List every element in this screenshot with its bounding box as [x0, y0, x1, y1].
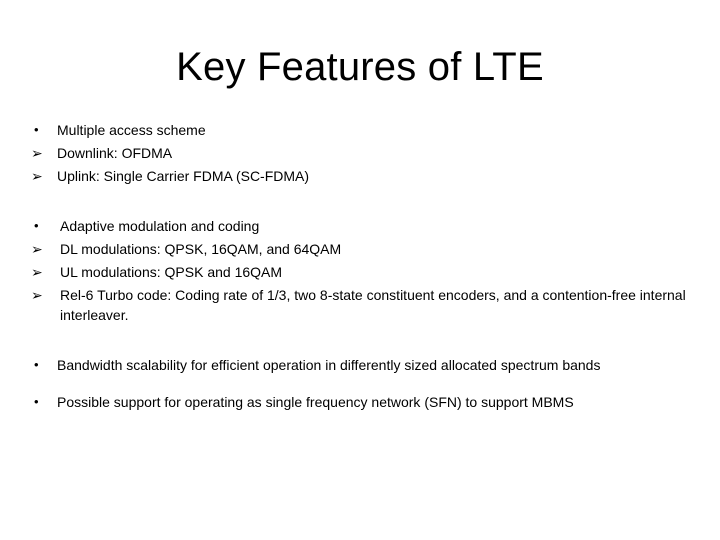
bullet-group-single-frequency-network: • Possible support for operating as sing…	[30, 392, 698, 412]
page-title: Key Features of LTE	[176, 45, 544, 89]
bullet-text: DL modulations: QPSK, 16QAM, and 64QAM	[60, 241, 342, 257]
disc-bullet-icon: •	[34, 122, 39, 137]
bullet-text: Rel-6 Turbo code: Coding rate of 1/3, tw…	[60, 287, 686, 323]
bullet-item: ➢ Downlink: OFDMA	[30, 143, 698, 163]
bullet-group-bandwidth-scalability: • Bandwidth scalability for efficient op…	[30, 355, 698, 375]
disc-bullet-icon: •	[34, 394, 39, 409]
bullet-item: ➢ Uplink: Single Carrier FDMA (SC-FDMA)	[30, 166, 698, 186]
bullet-item: ➢ Rel-6 Turbo code: Coding rate of 1/3, …	[30, 285, 698, 325]
bullet-item: • Bandwidth scalability for efficient op…	[30, 355, 698, 375]
bullet-item: • Adaptive modulation and coding	[30, 216, 698, 236]
bullet-text: Uplink: Single Carrier FDMA (SC-FDMA)	[57, 168, 310, 184]
arrow-bullet-icon: ➢	[31, 145, 43, 161]
bullet-group-adaptive-modulation-and-coding: • Adaptive modulation and coding ➢ DL mo…	[30, 216, 698, 325]
arrow-bullet-icon: ➢	[31, 241, 43, 257]
bullet-item: • Possible support for operating as sing…	[30, 392, 698, 412]
bullet-item: • Multiple access scheme	[30, 120, 698, 140]
bullet-text: Adaptive modulation and coding	[60, 218, 260, 234]
arrow-bullet-icon: ➢	[31, 287, 43, 303]
disc-bullet-icon: •	[34, 218, 39, 233]
arrow-bullet-icon: ➢	[31, 264, 43, 280]
bullet-text: Multiple access scheme	[57, 122, 206, 138]
slide-body: • Multiple access scheme ➢ Downlink: OFD…	[30, 120, 698, 412]
disc-bullet-icon: •	[34, 357, 39, 372]
bullet-text: Downlink: OFDMA	[57, 145, 173, 161]
bullet-item: ➢ UL modulations: QPSK and 16QAM	[30, 262, 698, 282]
bullet-group-multiple-access-scheme: • Multiple access scheme ➢ Downlink: OFD…	[30, 120, 698, 186]
bullet-text: Bandwidth scalability for efficient oper…	[57, 357, 601, 373]
bullet-text: UL modulations: QPSK and 16QAM	[60, 264, 283, 280]
bullet-text: Possible support for operating as single…	[57, 394, 574, 410]
bullet-item: ➢ DL modulations: QPSK, 16QAM, and 64QAM	[30, 239, 698, 259]
arrow-bullet-icon: ➢	[31, 168, 43, 184]
slide-canvas: Key Features of LTE • Multiple access sc…	[0, 0, 720, 540]
